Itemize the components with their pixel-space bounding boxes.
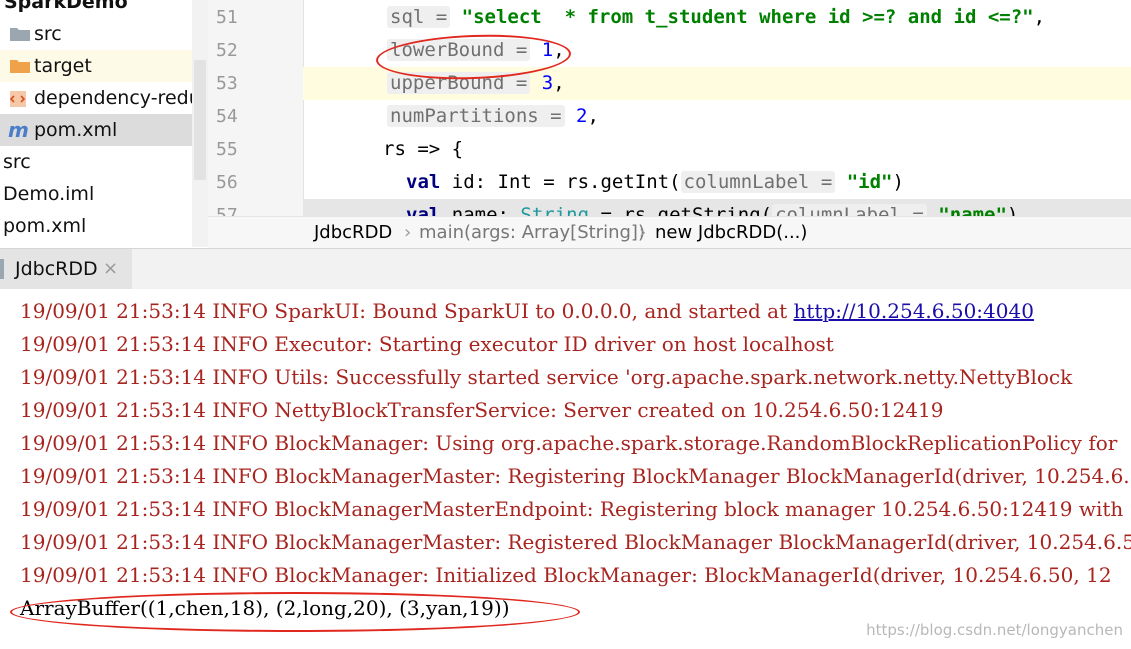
console-line: 19/09/01 21:53:14 INFO BlockManagerMaste… <box>20 497 1131 521</box>
tree-item-label: src <box>3 151 31 173</box>
code-text: name: <box>440 204 521 216</box>
console-line: 19/09/01 21:53:14 INFO Executor: Startin… <box>20 332 834 356</box>
console-line: 19/09/01 21:53:14 INFO BlockManager: Ini… <box>20 563 1112 587</box>
param-hint: columnLabel = <box>772 204 927 216</box>
line-gutter: 51 52 53 54 55 56 57 <box>208 0 304 216</box>
keyword: val <box>406 171 441 193</box>
code-editor[interactable]: 51 52 53 54 55 56 57 sql = "select * fro… <box>208 0 1131 216</box>
breadcrumb-item[interactable]: main(args: Array[String]) <box>419 217 645 248</box>
tree-item-label: pom.xml <box>3 215 87 237</box>
param-hint: numPartitions = <box>387 105 565 127</box>
tree-item-label: src <box>34 23 62 45</box>
tree-item-src[interactable]: src <box>3 146 31 178</box>
param-hint: columnLabel = <box>680 171 836 193</box>
code-line-52: lowerBound = 1, <box>303 34 1131 67</box>
run-config-icon <box>0 259 4 279</box>
param-hint: upperBound = <box>387 72 531 94</box>
tree-scrollbar[interactable] <box>192 0 208 247</box>
console-line: 19/09/01 21:53:14 INFO BlockManagerMaste… <box>20 464 1131 488</box>
line-number: 51 <box>216 7 238 28</box>
code-punct: , <box>553 72 565 94</box>
string-literal: "name" <box>938 204 1007 216</box>
close-icon[interactable]: × <box>103 249 118 289</box>
xml-file-icon <box>9 91 26 107</box>
tab-label: JdbcRDD <box>15 258 98 280</box>
code-line-51: sql = "select * from t_student where id … <box>303 1 1131 34</box>
maven-icon: m <box>8 118 29 142</box>
scrollbar-thumb[interactable] <box>194 60 206 180</box>
breadcrumb-item[interactable]: JdbcRDD <box>314 217 392 248</box>
console-link[interactable]: http://10.254.6.50:4040 <box>793 299 1033 323</box>
line-number: 56 <box>216 172 238 193</box>
folder-icon <box>10 60 30 73</box>
line-number: 52 <box>216 40 238 61</box>
type-name: String <box>520 204 590 216</box>
keyword: val <box>406 204 441 216</box>
folder-icon <box>10 28 30 41</box>
code-line-55: rs => { <box>303 133 1131 166</box>
number-literal: 3 <box>541 72 554 94</box>
log-text: 19/09/01 21:53:14 INFO SparkUI: Bound Sp… <box>20 299 794 323</box>
code-punct: , <box>553 39 565 61</box>
code-text: = rs.getString( <box>589 204 773 216</box>
console-line: 19/09/01 21:53:14 INFO SparkUI: Bound Sp… <box>20 295 1034 328</box>
tree-header[interactable]: SparkDemo <box>4 0 128 18</box>
tree-item-label: target <box>34 55 92 77</box>
code-line-56: val id: Int = rs.getInt(columnLabel = "i… <box>303 166 1131 199</box>
tree-item-target-folder[interactable]: target <box>0 50 192 82</box>
tree-item-pom-selected[interactable]: m pom.xml <box>0 114 192 146</box>
param-hint: sql = <box>387 6 451 28</box>
tree-item-label: dependency-reduce <box>34 87 208 109</box>
tree-item-dependency-reduced[interactable]: dependency-reduce <box>0 82 208 114</box>
console-result-line: ArrayBuffer((1,chen,18), (2,long,20), (3… <box>20 596 510 620</box>
tree-item-label: pom.xml <box>34 119 118 141</box>
code-text: id: Int = rs.getInt( <box>440 171 681 193</box>
tree-item-demo-iml[interactable]: Demo.iml <box>3 178 94 210</box>
tree-item-src-folder[interactable]: src <box>0 18 192 50</box>
number-literal: 1 <box>541 39 554 61</box>
console-output[interactable]: 19/09/01 21:53:14 INFO SparkUI: Bound Sp… <box>0 289 1131 649</box>
console-line: 19/09/01 21:53:14 INFO NettyBlockTransfe… <box>20 398 944 422</box>
line-number: 55 <box>216 139 238 160</box>
number-literal: 2 <box>576 105 588 127</box>
code-text: rs => { <box>383 138 464 160</box>
project-tree: SparkDemo src target dependency-reduce m… <box>0 0 208 247</box>
string-literal: "id" <box>846 171 893 193</box>
chevron-right-icon: › <box>404 222 412 243</box>
watermark: https://blog.csdn.net/longyanchen <box>866 621 1123 639</box>
chevron-right-icon: › <box>639 222 647 243</box>
console-line: 19/09/01 21:53:14 INFO BlockManager: Usi… <box>20 431 1118 455</box>
console-line: 19/09/01 21:53:14 INFO Utils: Successful… <box>20 365 1073 389</box>
breadcrumb-item[interactable]: new JdbcRDD(...) <box>655 217 807 248</box>
line-number: 57 <box>216 205 238 216</box>
code-punct: , <box>587 105 599 127</box>
line-number: 53 <box>216 73 238 94</box>
tab-jdbcrdd[interactable]: JdbcRDD × <box>0 249 132 289</box>
code-line-54: numPartitions = 2, <box>303 100 1131 133</box>
run-tool-window-tabs: JdbcRDD × <box>0 248 1131 290</box>
code-line-53-current: upperBound = 3, <box>303 67 1131 100</box>
console-line: 19/09/01 21:53:14 INFO BlockManagerMaste… <box>20 530 1131 554</box>
code-punct: ) <box>892 171 904 193</box>
code-line-57: val name: String = rs.getString(columnLa… <box>303 199 1131 216</box>
param-hint: lowerBound = <box>387 39 531 61</box>
tree-item-pom[interactable]: pom.xml <box>3 210 86 242</box>
code-punct: , <box>1033 6 1046 28</box>
breadcrumb: JdbcRDD › main(args: Array[String]) › ne… <box>208 216 1131 248</box>
string-literal: "select * from t_student where id >=? an… <box>461 6 1034 28</box>
line-number: 54 <box>216 106 238 127</box>
code-punct: ) <box>1006 204 1019 216</box>
tree-item-label: Demo.iml <box>3 183 95 205</box>
